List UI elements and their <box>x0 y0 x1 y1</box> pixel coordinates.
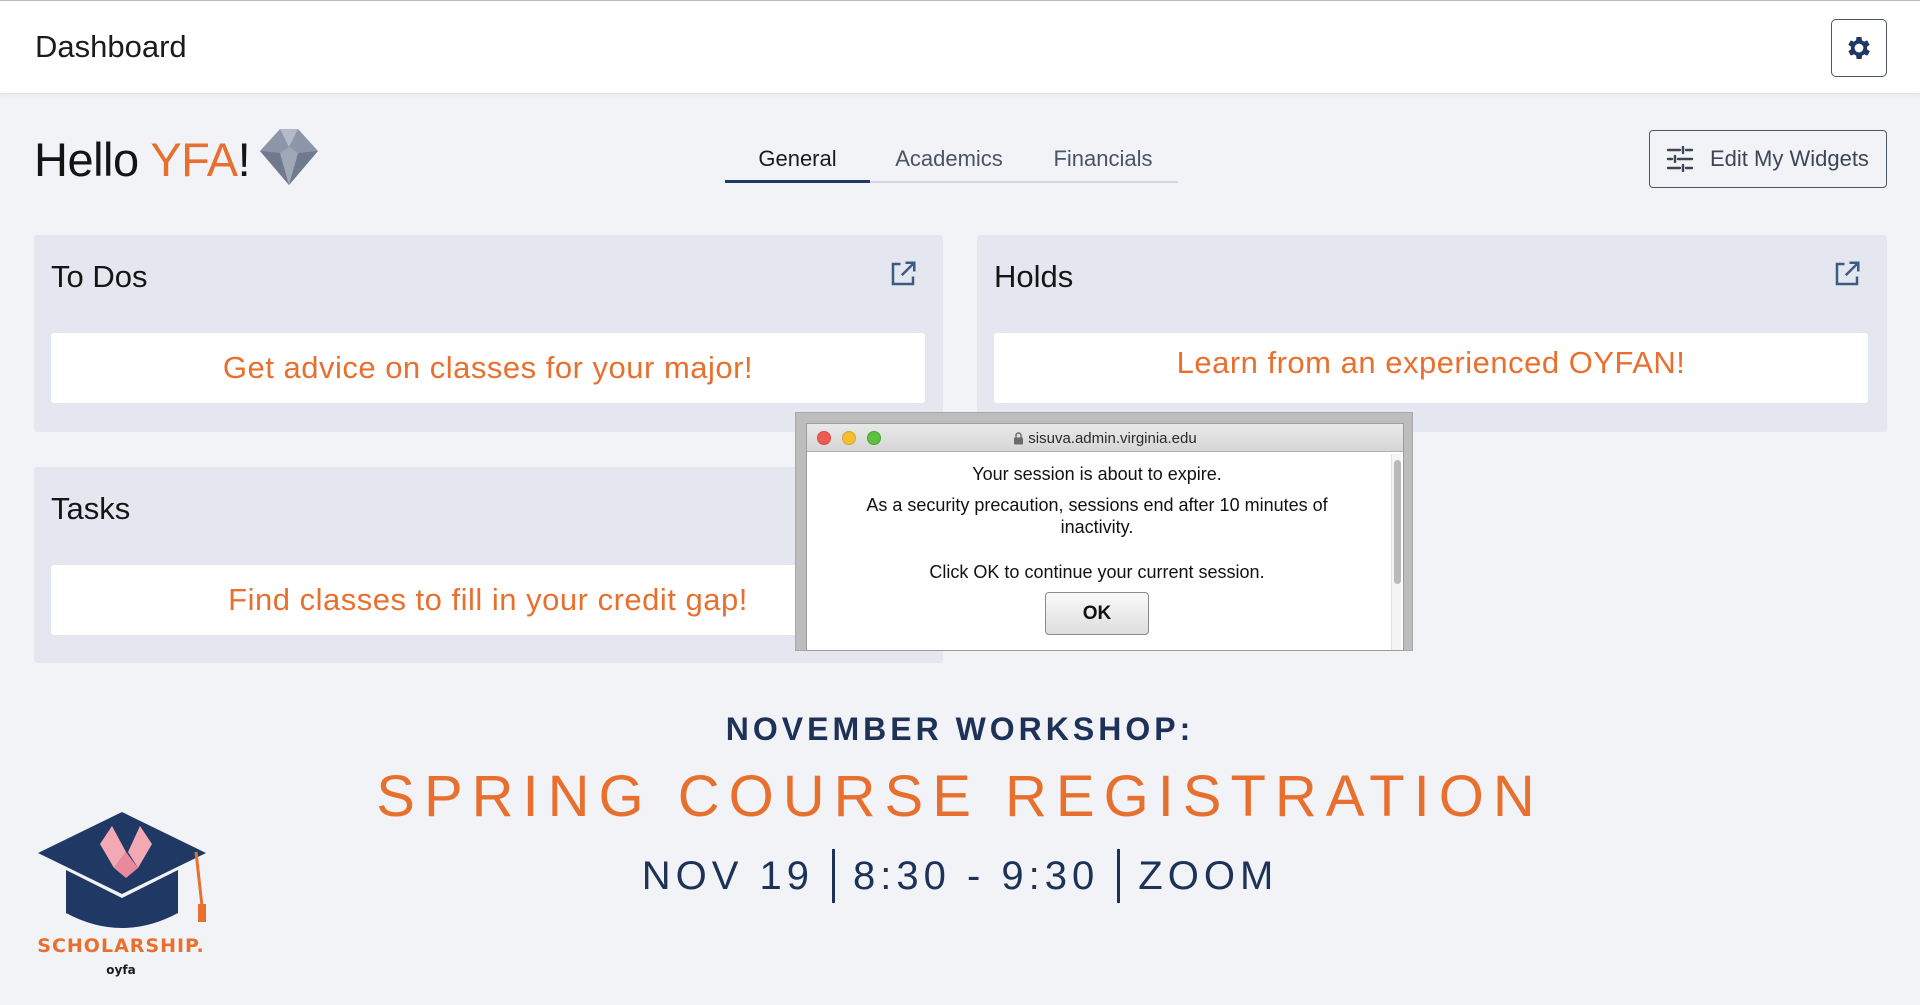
todos-card: To Dos Get advice on classes for your ma… <box>34 235 943 432</box>
dialog-url: sisuva.admin.virginia.edu <box>807 430 1403 447</box>
scrollbar-thumb[interactable] <box>1394 460 1401 584</box>
holds-item[interactable]: Learn from an experienced OYFAN! <box>994 333 1868 403</box>
scholarship-wordmark: SCHOLARSHIP. <box>37 935 205 957</box>
tasks-item[interactable]: Find classes to fill in your credit gap! <box>51 565 925 635</box>
greeting: Hello YFA! <box>34 132 251 187</box>
tab-academics[interactable]: Academics <box>870 140 1028 181</box>
open-external-icon[interactable] <box>888 259 918 289</box>
tab-general[interactable]: General <box>725 140 870 183</box>
divider <box>832 849 836 903</box>
dialog-message-title: Your session is about to expire. <box>972 464 1222 484</box>
edit-widgets-label: Edit My Widgets <box>1710 146 1869 171</box>
greeting-exclaim: ! <box>237 133 251 186</box>
dialog-url-text: sisuva.admin.virginia.edu <box>1028 430 1197 447</box>
dashboard-tabs: General Academics Financials <box>725 140 1178 183</box>
todos-item[interactable]: Get advice on classes for your major! <box>51 333 925 403</box>
page-title: Dashboard <box>35 29 187 64</box>
scholarship-sub: oyfa <box>106 963 136 977</box>
gem-logo-icon <box>260 129 318 185</box>
todos-title: To Dos <box>51 259 148 294</box>
dialog-scrollbar[interactable] <box>1391 454 1401 650</box>
workshop-time: 8:30 - 9:30 <box>853 853 1100 898</box>
ok-button[interactable]: OK <box>1045 592 1149 635</box>
sliders-icon <box>1666 146 1694 172</box>
greeting-name: YFA <box>150 133 238 186</box>
holds-title: Holds <box>994 259 1074 294</box>
dialog-message-detail: As a security precaution, sessions end a… <box>866 495 1328 537</box>
gear-icon <box>1848 37 1870 59</box>
workshop-title: SPRING COURSE REGISTRATION <box>376 764 1544 829</box>
greeting-hello: Hello <box>34 133 139 186</box>
dialog-message-instruction: Click OK to continue your current sessio… <box>929 562 1265 582</box>
lock-icon <box>1014 432 1024 445</box>
workshop-date: NOV 19 <box>641 853 815 898</box>
workshop-location: ZOOM <box>1138 853 1279 898</box>
workshop-details: NOV 19 8:30 - 9:30 ZOOM <box>0 849 1920 903</box>
dialog-titlebar: sisuva.admin.virginia.edu <box>807 424 1403 452</box>
open-external-icon[interactable] <box>1832 259 1862 289</box>
workshop-kicker: NOVEMBER WORKSHOP: <box>725 711 1195 747</box>
tasks-title: Tasks <box>51 491 131 526</box>
session-expire-dialog: sisuva.admin.virginia.edu Your session i… <box>795 412 1413 651</box>
tab-financials[interactable]: Financials <box>1028 140 1178 181</box>
holds-card: Holds Learn from an experienced OYFAN! <box>977 235 1887 432</box>
top-bar: Dashboard <box>0 0 1920 94</box>
edit-widgets-button[interactable]: Edit My Widgets <box>1649 130 1887 188</box>
dialog-window: sisuva.admin.virginia.edu Your session i… <box>806 423 1404 651</box>
graduation-cap-logo <box>38 812 206 928</box>
settings-button[interactable] <box>1831 19 1887 77</box>
divider <box>1117 849 1121 903</box>
